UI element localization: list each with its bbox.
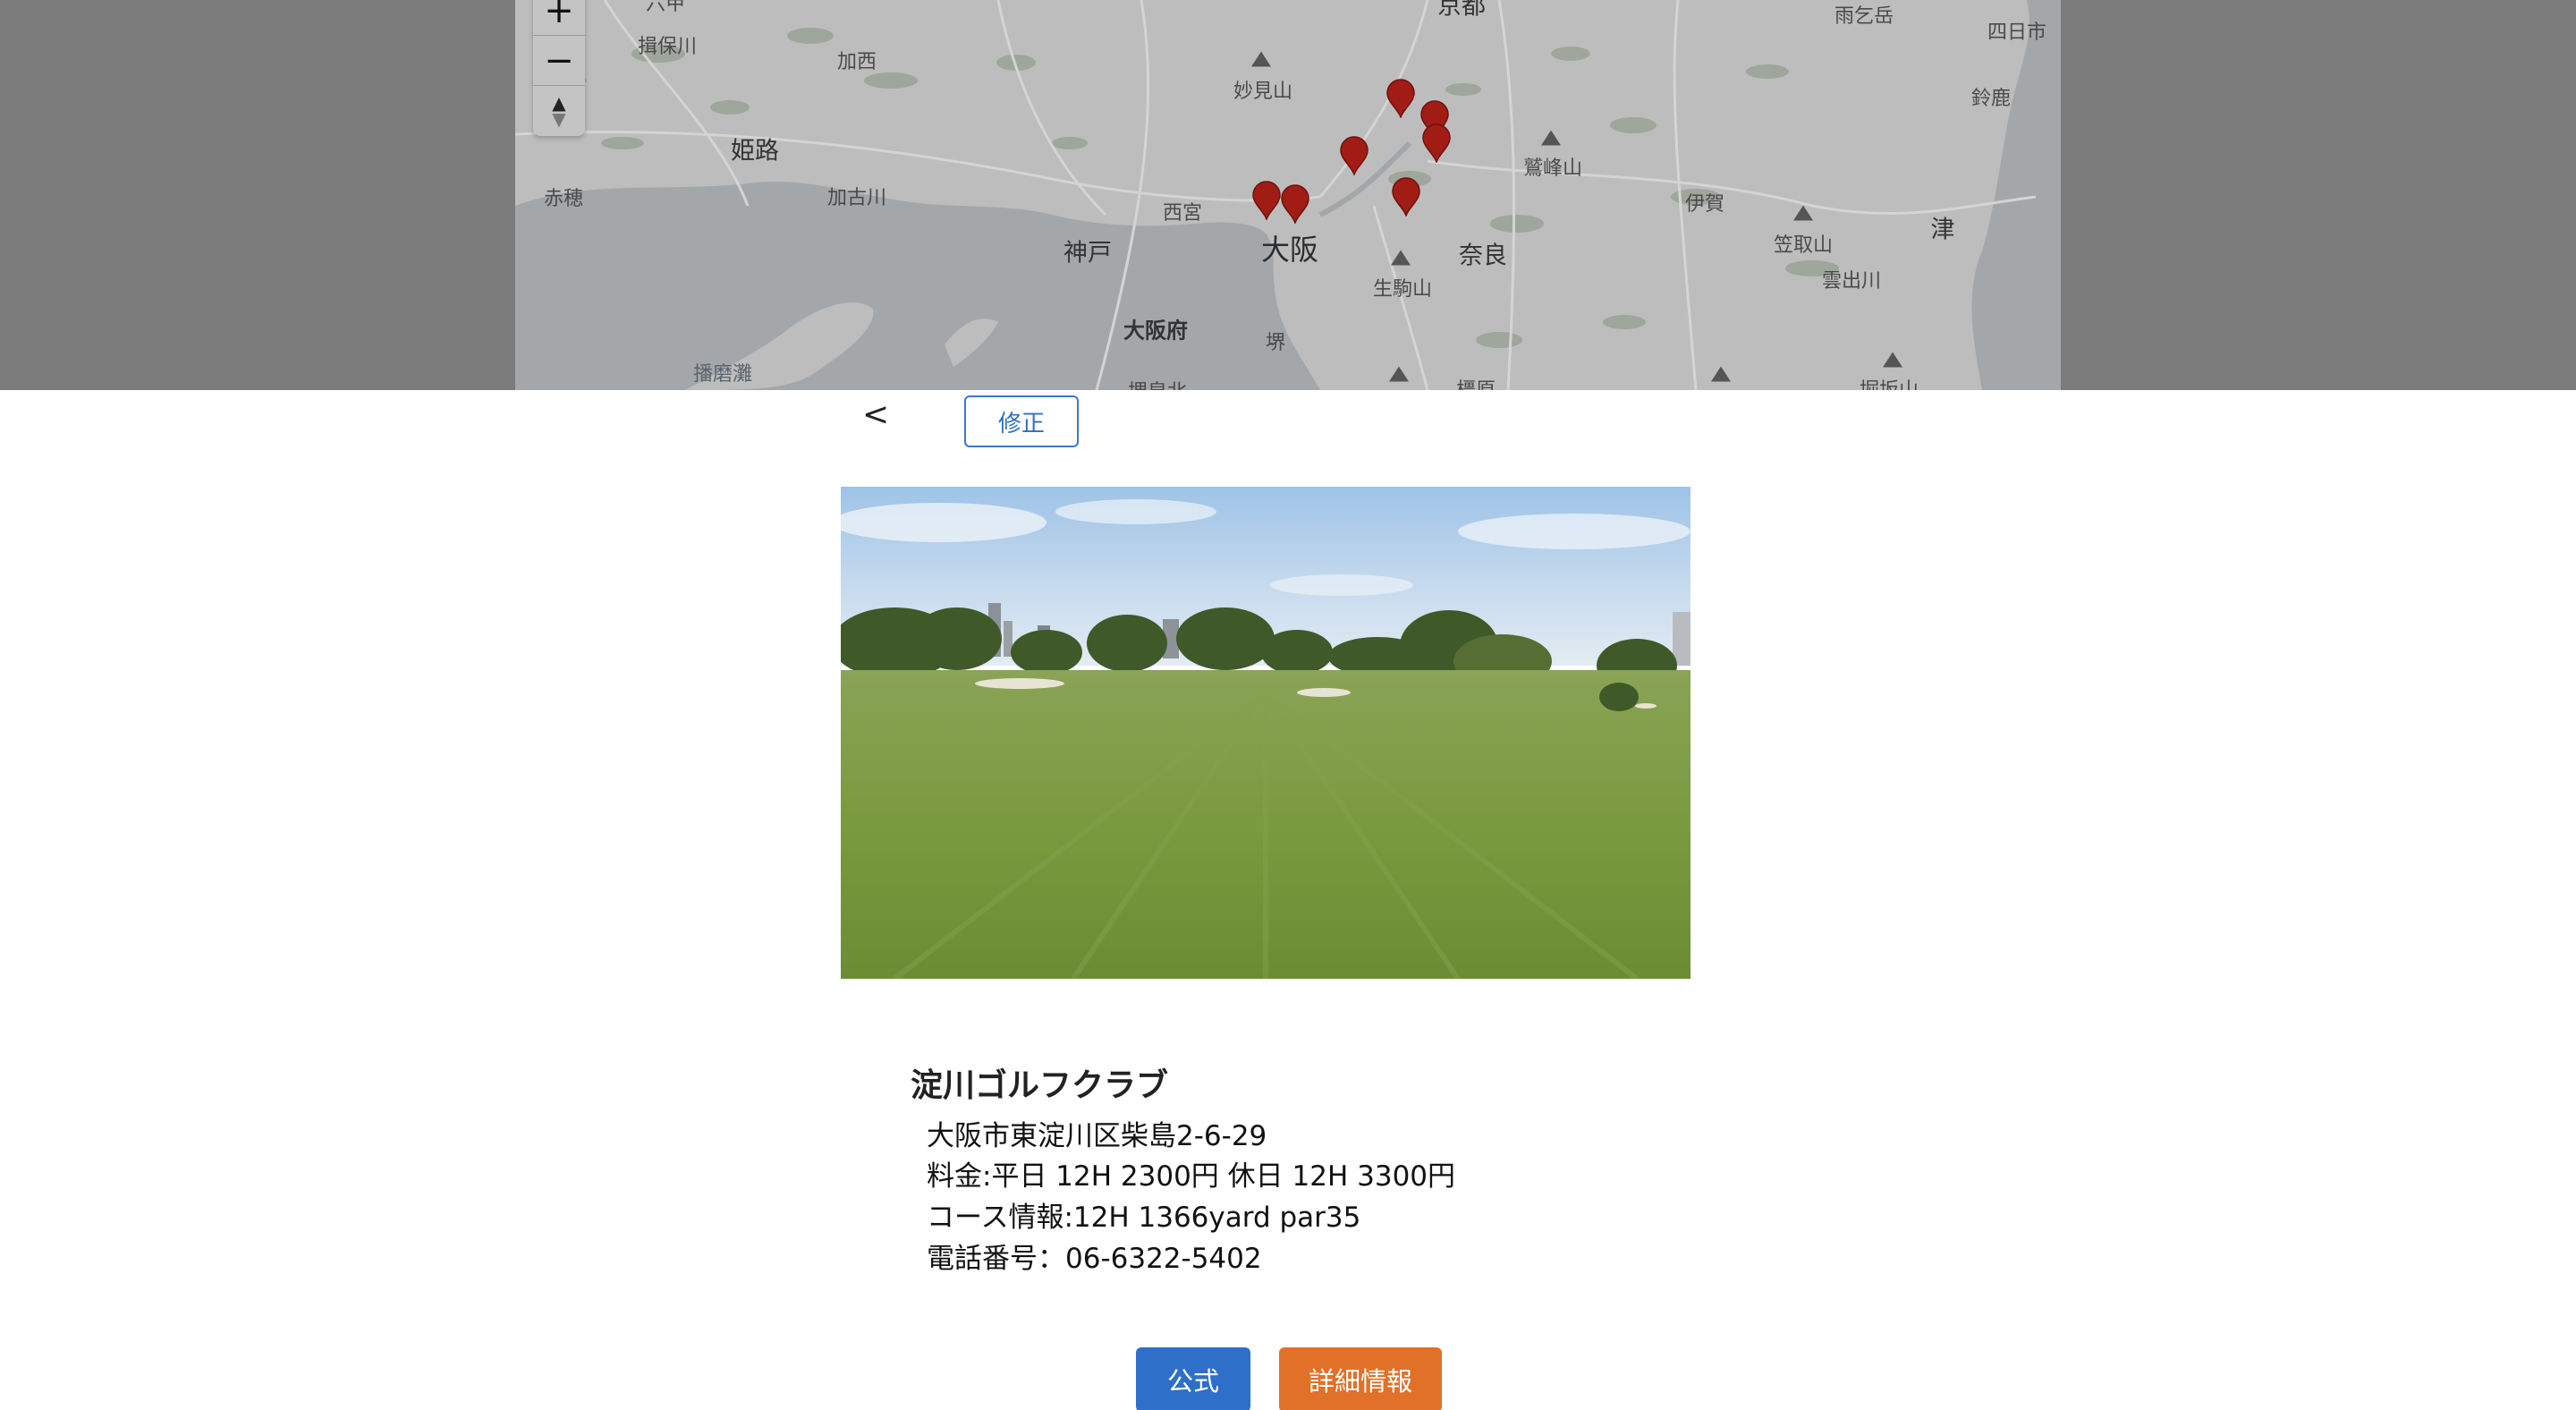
- map-label-amagoi: 雨乞岳: [1834, 5, 1894, 28]
- course-pin[interactable]: [1385, 79, 1416, 118]
- mountain-marker: [1389, 366, 1409, 382]
- mountain-marker: [1251, 51, 1271, 67]
- course-pin[interactable]: [1280, 184, 1310, 224]
- official-site-button[interactable]: 公式: [1136, 1347, 1250, 1410]
- map-label-osaka: 大阪: [1260, 233, 1319, 267]
- map-zoom-control: + − ▲ ▼: [533, 0, 585, 136]
- map-label-iga: 伊賀: [1684, 193, 1725, 216]
- mountain-marker: [1711, 366, 1731, 382]
- map-label-kyoto: 京都: [1437, 0, 1486, 21]
- details-button[interactable]: 詳細情報: [1279, 1347, 1442, 1410]
- map-label-himeji: 姫路: [731, 137, 779, 166]
- course-map[interactable]: 六甲 揖保川 加西 姫路 赤穂 加古川 神戸 西宮 大阪 大阪府 堺 奈良 生駒…: [515, 0, 2061, 390]
- map-label-nara: 奈良: [1459, 242, 1507, 270]
- map-label-kobe: 神戸: [1063, 239, 1112, 268]
- map-label-horisaka: 堀坂山: [1860, 374, 1919, 390]
- map-label-kasai: 加西: [836, 51, 877, 73]
- map-label-washimine: 鷲峰山: [1522, 157, 1583, 180]
- map-label-kasatori: 笠取山: [1773, 234, 1834, 257]
- course-address: 大阪市東淀川区柴島2-6-29: [927, 1120, 1267, 1152]
- course-pin[interactable]: [1251, 181, 1282, 220]
- map-label-kumozugawa: 雲出川: [1821, 270, 1882, 293]
- map-label-myokenzan: 妙見山: [1233, 81, 1293, 103]
- zoom-out-button[interactable]: −: [533, 36, 585, 86]
- mountain-marker: [1541, 130, 1561, 146]
- map-label-osaka-pref: 大阪府: [1123, 318, 1188, 344]
- course-name-heading: 淀川ゴルフクラブ: [911, 1067, 1169, 1104]
- map-label-nishinomiya: 西宮: [1162, 202, 1203, 225]
- edit-button[interactable]: 修正: [964, 395, 1079, 447]
- map-label-rokko: 六甲: [645, 0, 686, 15]
- mountain-marker: [1883, 352, 1902, 368]
- map-label-ikoma: 生駒山: [1372, 278, 1433, 301]
- course-info: コース情報:12H 1366yard par35: [927, 1202, 1361, 1234]
- map-label-ibogawa: 揖保川: [637, 36, 698, 58]
- back-button[interactable]: <: [862, 390, 889, 440]
- map-label-harima-nada: 播磨灘: [692, 363, 753, 386]
- course-pin[interactable]: [1339, 136, 1369, 175]
- map-label-tsu: 津: [1930, 216, 1955, 244]
- map-label-kitaizumi: 堺泉北: [1128, 376, 1187, 390]
- mountain-marker: [1793, 205, 1813, 221]
- zoom-in-button[interactable]: +: [533, 0, 585, 36]
- map-label-sakai: 堺: [1265, 332, 1286, 354]
- course-pin[interactable]: [1391, 177, 1421, 217]
- course-phone: 電話番号：06-6322-5402: [927, 1243, 1262, 1275]
- compass-reset-button[interactable]: ▲ ▼: [533, 86, 585, 136]
- course-fee: 料金:平日 12H 2300円 休日 12H 3300円: [927, 1160, 1456, 1193]
- mountain-marker: [1391, 250, 1411, 266]
- course-pin[interactable]: [1421, 123, 1452, 163]
- course-photo: [841, 487, 1690, 979]
- compass-south-icon: ▼: [552, 108, 566, 130]
- map-label-suzuka: 鈴鹿: [1970, 88, 2012, 110]
- map-label-kakogawa-city: 加古川: [826, 187, 887, 209]
- map-label-ako: 赤穂: [543, 188, 584, 210]
- map-label-kashihara: 橿原: [1456, 374, 1496, 390]
- course-detail-panel: < 修正 淀川ゴルフクラブ 大阪市東淀川区柴島2-6-29 料金:平日 12H …: [0, 390, 2576, 1410]
- map-label-yokkaichi: 四日市: [1987, 21, 2047, 44]
- map-overlay-backdrop: 六甲 揖保川 加西 姫路 赤穂 加古川 神戸 西宮 大阪 大阪府 堺 奈良 生駒…: [0, 0, 2576, 390]
